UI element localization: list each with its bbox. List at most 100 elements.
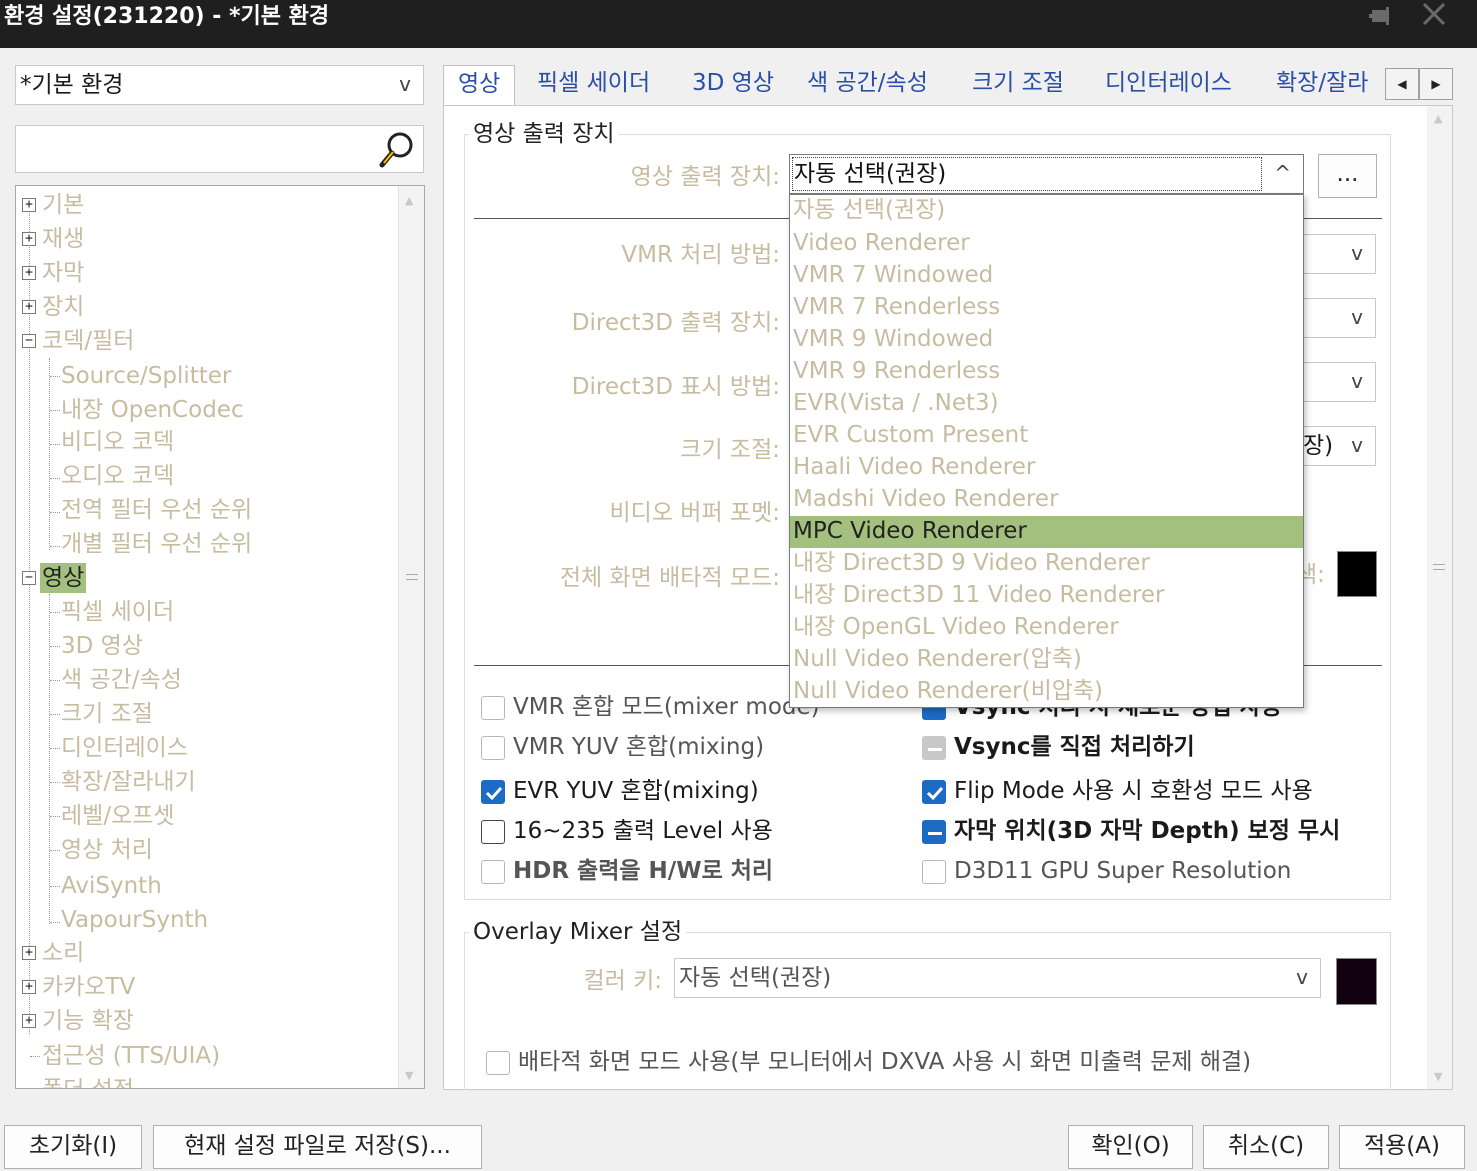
- tab-color-space[interactable]: 색 공간/속성: [807, 65, 928, 105]
- vmr-select[interactable]: v: [1300, 234, 1376, 274]
- tree-scrollbar[interactable]: ▲ ▼: [398, 186, 424, 1088]
- dropdown-option[interactable]: Madshi Video Renderer: [790, 484, 1303, 516]
- device-label: 영상 출력 장치:: [630, 164, 780, 190]
- checkmark-icon: [922, 780, 946, 804]
- search-icon[interactable]: [377, 130, 415, 170]
- tab-3d-video[interactable]: 3D 영상: [692, 65, 774, 105]
- tree-line: [49, 358, 50, 550]
- profile-select[interactable]: *기본 환경 v: [15, 65, 424, 105]
- more-button[interactable]: ...: [1318, 154, 1377, 198]
- expander[interactable]: +: [22, 1014, 36, 1028]
- dropdown-option[interactable]: 자동 선택(권장): [790, 195, 1303, 227]
- tree-item-individual-filter[interactable]: 개별 필터 우선 순위: [61, 529, 252, 559]
- resize-label: 크기 조절:: [680, 437, 780, 463]
- tree-item-playback[interactable]: 재생: [42, 224, 84, 254]
- dropdown-option[interactable]: 내장 Direct3D 11 Video Renderer: [790, 580, 1303, 612]
- expander[interactable]: +: [22, 198, 36, 212]
- resize-select[interactable]: 장) v: [1300, 426, 1376, 466]
- tree-item-device[interactable]: 장치: [42, 292, 84, 322]
- cancel-button[interactable]: 취소(C): [1203, 1125, 1329, 1169]
- tab-video[interactable]: 영상: [443, 65, 516, 107]
- d3d-display-label: Direct3D 표시 방법:: [571, 374, 780, 400]
- tree-item-vapoursynth[interactable]: VapourSynth: [61, 905, 208, 935]
- tree-line: [50, 612, 60, 613]
- scroll-up-icon[interactable]: ▲: [405, 194, 413, 207]
- expander[interactable]: +: [22, 232, 36, 246]
- tree-item-deinterlace[interactable]: 디인터레이스: [61, 733, 188, 763]
- tab-resize[interactable]: 크기 조절: [972, 65, 1064, 105]
- ok-button[interactable]: 확인(O): [1068, 1125, 1193, 1169]
- color-key-select[interactable]: 자동 선택(권장) v: [674, 958, 1321, 998]
- panel-scrollbar[interactable]: ▲ ▼: [1427, 106, 1452, 1089]
- dropdown-option[interactable]: VMR 9 Windowed: [790, 324, 1303, 356]
- tab-deinterlace[interactable]: 디인터레이스: [1105, 65, 1232, 105]
- dropdown-option[interactable]: VMR 7 Renderless: [790, 292, 1303, 324]
- dropdown-option[interactable]: VMR 7 Windowed: [790, 260, 1303, 292]
- tree-item-pixel-shader[interactable]: 픽셀 세이더: [61, 597, 174, 627]
- tree-item-basic[interactable]: 기본: [42, 190, 84, 220]
- dropdown-option[interactable]: EVR Custom Present: [790, 420, 1303, 452]
- expander[interactable]: +: [22, 946, 36, 960]
- checkbox-label: HDR 출력을 H/W로 처리: [513, 858, 774, 884]
- device-dropdown-list[interactable]: 자동 선택(권장) Video Renderer VMR 7 Windowed …: [789, 194, 1304, 708]
- tree-item-avisynth[interactable]: AviSynth: [61, 871, 162, 901]
- tree-item-video[interactable]: 영상: [40, 563, 87, 593]
- dropdown-option[interactable]: 내장 OpenGL Video Renderer: [790, 612, 1303, 644]
- tree-item-extensions[interactable]: 기능 확장: [42, 1006, 134, 1036]
- expander[interactable]: +: [22, 980, 36, 994]
- expander[interactable]: +: [22, 300, 36, 314]
- tree-item-expand-crop[interactable]: 확장/잘라내기: [61, 767, 196, 797]
- tree-item-codec-filter[interactable]: 코덱/필터: [42, 326, 134, 356]
- tree-item-sound[interactable]: 소리: [42, 938, 84, 968]
- expander[interactable]: −: [22, 334, 36, 348]
- save-to-file-button[interactable]: 현재 설정 파일로 저장(S)...: [153, 1125, 482, 1169]
- dropdown-option[interactable]: VMR 9 Renderless: [790, 356, 1303, 388]
- dropdown-option[interactable]: Haali Video Renderer: [790, 452, 1303, 484]
- device-select[interactable]: 자동 선택(권장) ^: [789, 154, 1304, 194]
- tree-item-video-codec[interactable]: 비디오 코덱: [61, 427, 174, 457]
- color-swatch[interactable]: [1337, 551, 1377, 597]
- tab-scroll-right-icon[interactable]: ▶: [1419, 68, 1453, 100]
- dropdown-option[interactable]: Null Video Renderer(압축): [790, 644, 1303, 676]
- dropdown-option-selected[interactable]: MPC Video Renderer: [790, 516, 1303, 548]
- tree-item-3d-video[interactable]: 3D 영상: [61, 631, 143, 661]
- window-title: 환경 설정(231220) - *기본 환경: [4, 4, 330, 29]
- reset-button[interactable]: 초기화(I): [4, 1125, 142, 1169]
- color-key-swatch[interactable]: [1336, 958, 1377, 1005]
- dropdown-option[interactable]: Video Renderer: [790, 228, 1303, 260]
- tree-item-folder[interactable]: 폴더 설정: [42, 1075, 134, 1088]
- tree-item-accessibility[interactable]: 접근성 (TTS/UIA): [42, 1041, 220, 1071]
- tree-item-source-splitter[interactable]: Source/Splitter: [61, 361, 231, 391]
- expander[interactable]: −: [22, 571, 36, 585]
- expander[interactable]: +: [22, 266, 36, 280]
- tree-item-level-offset[interactable]: 레벨/오프셋: [61, 801, 175, 831]
- dropdown-option[interactable]: 내장 Direct3D 9 Video Renderer: [790, 548, 1303, 580]
- d3d-device-select[interactable]: v: [1300, 298, 1376, 338]
- vmr-label: VMR 처리 방법:: [621, 242, 780, 268]
- color-key-label: 컬러 키:: [583, 968, 662, 994]
- tab-expand-crop[interactable]: 확장/잘라: [1276, 65, 1368, 105]
- dropdown-option[interactable]: Null Video Renderer(비압축): [790, 676, 1303, 707]
- tree-item-audio-codec[interactable]: 오디오 코덱: [61, 461, 174, 491]
- tree-item-kakaotv[interactable]: 카카오TV: [42, 972, 135, 1002]
- tab-scroll-left-icon[interactable]: ◀: [1385, 68, 1419, 100]
- tree-item-color-space[interactable]: 색 공간/속성: [61, 665, 182, 695]
- tree-item-global-filter[interactable]: 전역 필터 우선 순위: [61, 495, 252, 525]
- scroll-thumb[interactable]: [399, 208, 424, 968]
- tree-item-resize[interactable]: 크기 조절: [61, 699, 153, 729]
- tree-item-video-processing[interactable]: 영상 처리: [61, 835, 153, 865]
- dropdown-option[interactable]: EVR(Vista / .Net3): [790, 388, 1303, 420]
- close-icon[interactable]: [1420, 0, 1448, 30]
- tab-pixel-shader[interactable]: 픽셀 세이더: [537, 65, 650, 105]
- scroll-up-icon[interactable]: ▲: [1434, 112, 1442, 125]
- tree-search-input[interactable]: [15, 125, 424, 173]
- settings-tree[interactable]: + 기본 + 재생 + 자막 + 장치 − 코덱/필터 Source/Split…: [15, 185, 425, 1089]
- tree-item-subtitle[interactable]: 자막: [42, 258, 84, 288]
- d3d-display-select[interactable]: v: [1300, 362, 1376, 402]
- apply-button[interactable]: 적용(A): [1339, 1125, 1465, 1169]
- scroll-down-icon[interactable]: ▼: [1434, 1070, 1442, 1083]
- tab-scroll: ◀ ▶: [1385, 68, 1453, 100]
- pin-icon[interactable]: [1366, 4, 1394, 28]
- scroll-down-icon[interactable]: ▼: [405, 1069, 413, 1082]
- tree-item-opencodec[interactable]: 내장 OpenCodec: [61, 395, 244, 425]
